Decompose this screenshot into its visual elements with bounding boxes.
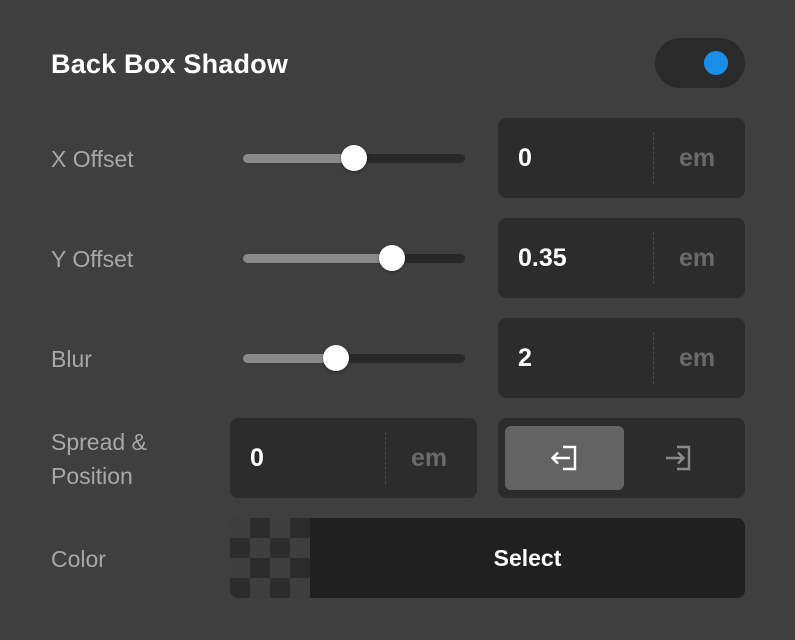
slider-thumb[interactable]: [378, 245, 405, 271]
blur-slider[interactable]: [243, 344, 465, 372]
color-label: Color: [51, 546, 106, 572]
inset-position-button[interactable]: [619, 426, 738, 490]
blur-value[interactable]: 2: [518, 318, 532, 398]
blur-input[interactable]: 2 em: [498, 318, 745, 398]
spread-value[interactable]: 0: [250, 418, 264, 498]
y-offset-unit[interactable]: em: [679, 218, 715, 298]
shadow-position-toggle: [498, 418, 745, 498]
toggle-knob: [704, 51, 728, 75]
outset-position-button[interactable]: [505, 426, 624, 490]
x-offset-value[interactable]: 0: [518, 118, 532, 198]
back-box-shadow-panel: Back Box Shadow X Offset 0 em Y Offset 0…: [0, 0, 795, 640]
outset-icon: [550, 445, 576, 471]
slider-thumb[interactable]: [323, 345, 350, 371]
slider-thumb[interactable]: [341, 145, 367, 171]
y-offset-input[interactable]: 0.35 em: [498, 218, 745, 298]
slider-fill: [243, 154, 354, 163]
x-offset-label: X Offset: [51, 146, 134, 172]
blur-unit[interactable]: em: [679, 318, 715, 398]
color-select-button[interactable]: Select: [230, 518, 745, 598]
blur-label: Blur: [51, 346, 92, 372]
x-offset-slider[interactable]: [243, 144, 465, 172]
y-offset-label: Y Offset: [51, 246, 134, 272]
slider-fill: [243, 254, 392, 263]
spread-input[interactable]: 0 em: [230, 418, 477, 498]
y-offset-slider[interactable]: [243, 244, 465, 272]
enable-toggle[interactable]: [655, 38, 745, 88]
inset-icon: [665, 445, 690, 471]
slider-fill: [243, 354, 337, 363]
panel-title: Back Box Shadow: [51, 49, 289, 79]
spread-unit[interactable]: em: [411, 418, 447, 498]
x-offset-input[interactable]: 0 em: [498, 118, 745, 198]
color-select-label[interactable]: Select: [310, 518, 745, 598]
spread-label-line2: Position: [51, 463, 133, 489]
unit-divider: [653, 332, 654, 384]
transparency-swatch: [230, 518, 310, 598]
spread-label-line1: Spread &: [51, 429, 147, 455]
unit-divider: [385, 432, 386, 484]
unit-divider: [653, 232, 654, 284]
x-offset-unit[interactable]: em: [679, 118, 715, 198]
y-offset-value[interactable]: 0.35: [518, 218, 567, 298]
unit-divider: [653, 132, 654, 184]
